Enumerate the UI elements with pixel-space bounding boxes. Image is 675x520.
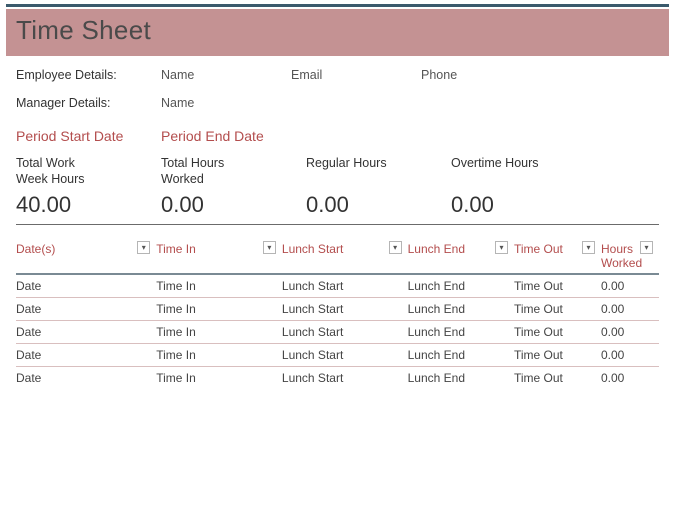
employee-row: Employee Details: Name Email Phone [6,64,669,86]
col-label: Lunch Start [282,242,343,256]
cell-lunch-start[interactable]: Lunch Start [282,348,408,362]
filter-dropdown-icon[interactable]: ▾ [495,241,508,254]
total-value: 40.00 [16,192,161,218]
cell-lunch-end[interactable]: Lunch End [408,325,514,339]
table-row[interactable]: Date Time In Lunch Start Lunch End Time … [16,344,659,367]
cell-date[interactable]: Date [16,325,156,339]
total-value: 0.00 [161,192,306,218]
totals-row: Total WorkWeek Hours 40.00 Total HoursWo… [6,146,669,218]
cell-hours-worked: 0.00 [601,325,659,339]
cell-lunch-start[interactable]: Lunch Start [282,371,408,385]
table-row[interactable]: Date Time In Lunch Start Lunch End Time … [16,367,659,389]
cell-time-out[interactable]: Time Out [514,302,601,316]
regular-hours: Regular Hours 0.00 [306,156,451,218]
period-row: Period Start Date Period End Date [6,122,669,146]
cell-lunch-end[interactable]: Lunch End [408,279,514,293]
col-label: Time In [156,242,196,256]
employee-label: Employee Details: [16,68,161,82]
cell-time-in[interactable]: Time In [156,325,282,339]
divider [16,224,659,225]
title-bar: Time Sheet [6,9,669,56]
col-dates[interactable]: Date(s) ▾ [16,239,156,273]
filter-dropdown-icon[interactable]: ▾ [389,241,402,254]
overtime-hours: Overtime Hours 0.00 [451,156,596,218]
cell-date[interactable]: Date [16,348,156,362]
cell-time-in[interactable]: Time In [156,371,282,385]
col-time-out[interactable]: Time Out ▾ [514,239,601,273]
cell-hours-worked: 0.00 [601,279,659,293]
cell-hours-worked: 0.00 [601,371,659,385]
col-label: Date(s) [16,242,55,256]
employee-email-field[interactable]: Email [291,68,421,82]
cell-time-out[interactable]: Time Out [514,371,601,385]
page-title: Time Sheet [16,15,659,46]
total-label: Total HoursWorked [161,156,306,188]
manager-label: Manager Details: [16,96,161,110]
col-label: Hours Worked [601,242,642,270]
col-hours-worked[interactable]: Hours Worked ▾ [601,239,659,273]
employee-name-field[interactable]: Name [161,68,291,82]
period-end-label[interactable]: Period End Date [161,128,306,144]
col-label: Lunch End [408,242,465,256]
total-hours-worked: Total HoursWorked 0.00 [161,156,306,218]
cell-hours-worked: 0.00 [601,302,659,316]
top-rule [6,4,669,7]
cell-time-in[interactable]: Time In [156,302,282,316]
cell-date[interactable]: Date [16,302,156,316]
filter-dropdown-icon[interactable]: ▾ [640,241,653,254]
total-value: 0.00 [451,192,596,218]
cell-time-in[interactable]: Time In [156,279,282,293]
col-label: Time Out [514,242,563,256]
timesheet-table: Date(s) ▾ Time In ▾ Lunch Start ▾ Lunch … [16,239,659,389]
cell-lunch-start[interactable]: Lunch Start [282,302,408,316]
period-start-label[interactable]: Period Start Date [16,128,161,144]
cell-time-in[interactable]: Time In [156,348,282,362]
manager-name-field[interactable]: Name [161,96,291,110]
cell-lunch-start[interactable]: Lunch Start [282,279,408,293]
cell-time-out[interactable]: Time Out [514,348,601,362]
cell-date[interactable]: Date [16,279,156,293]
manager-row: Manager Details: Name [6,92,669,114]
total-work-week-hours: Total WorkWeek Hours 40.00 [16,156,161,218]
filter-dropdown-icon[interactable]: ▾ [582,241,595,254]
cell-date[interactable]: Date [16,371,156,385]
col-lunch-start[interactable]: Lunch Start ▾ [282,239,408,273]
cell-time-out[interactable]: Time Out [514,325,601,339]
total-label: Regular Hours [306,156,451,188]
total-label: Total WorkWeek Hours [16,156,161,188]
table-row[interactable]: Date Time In Lunch Start Lunch End Time … [16,275,659,298]
total-value: 0.00 [306,192,451,218]
cell-lunch-end[interactable]: Lunch End [408,371,514,385]
table-header: Date(s) ▾ Time In ▾ Lunch Start ▾ Lunch … [16,239,659,275]
cell-time-out[interactable]: Time Out [514,279,601,293]
col-time-in[interactable]: Time In ▾ [156,239,282,273]
cell-lunch-end[interactable]: Lunch End [408,348,514,362]
table-row[interactable]: Date Time In Lunch Start Lunch End Time … [16,321,659,344]
cell-lunch-end[interactable]: Lunch End [408,302,514,316]
col-lunch-end[interactable]: Lunch End ▾ [408,239,514,273]
filter-dropdown-icon[interactable]: ▾ [137,241,150,254]
total-label: Overtime Hours [451,156,596,188]
cell-lunch-start[interactable]: Lunch Start [282,325,408,339]
table-row[interactable]: Date Time In Lunch Start Lunch End Time … [16,298,659,321]
employee-phone-field[interactable]: Phone [421,68,551,82]
filter-dropdown-icon[interactable]: ▾ [263,241,276,254]
cell-hours-worked: 0.00 [601,348,659,362]
